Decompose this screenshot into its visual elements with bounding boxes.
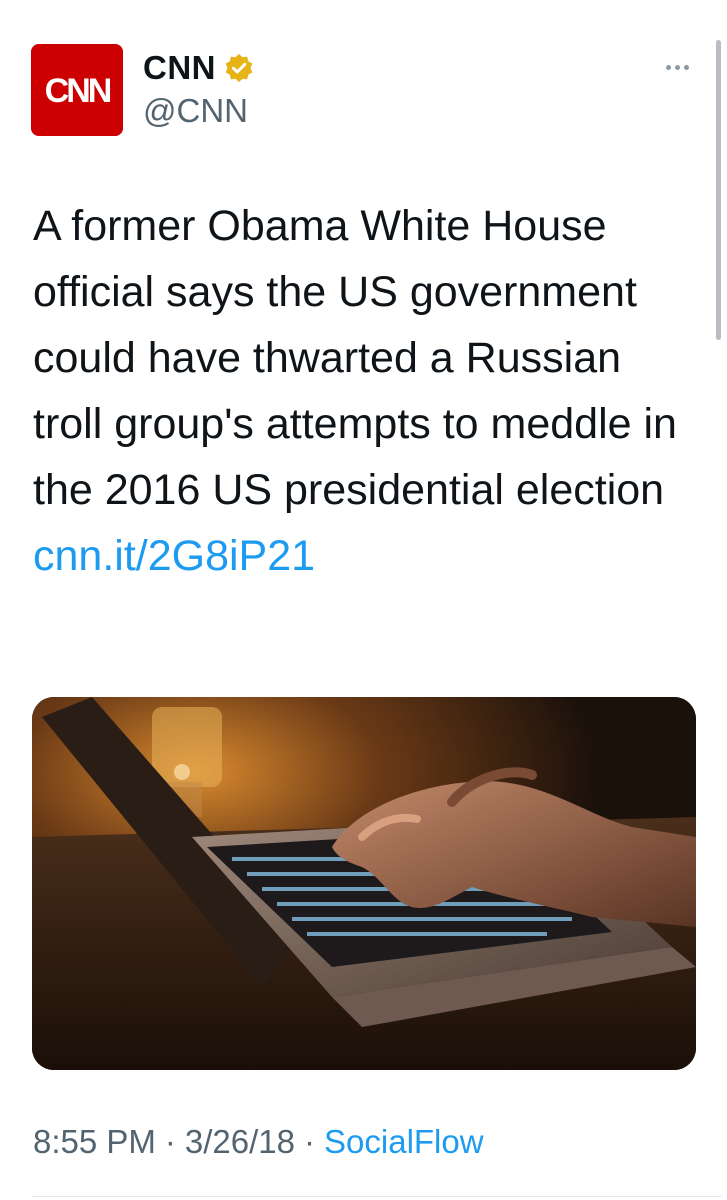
tweet-body: A former Obama White House official says… — [33, 202, 677, 514]
verified-badge-icon — [224, 53, 254, 83]
tweet-media-photo[interactable] — [32, 697, 696, 1070]
tweet-link[interactable]: cnn.it/2G8iP21 — [33, 532, 315, 580]
author-name-row: CNN — [143, 47, 254, 89]
tweet-time[interactable]: 8:55 PM — [33, 1123, 156, 1161]
handle[interactable]: @CNN — [143, 92, 248, 130]
divider — [32, 1196, 722, 1197]
tweet-meta: 8:55 PM · 3/26/18 · SocialFlow — [33, 1123, 484, 1161]
logo-text: CNN — [45, 72, 111, 110]
meta-separator: · — [304, 1123, 316, 1160]
scrollbar[interactable] — [716, 40, 721, 340]
cnn-logo-icon: CNN — [31, 44, 123, 136]
meta-separator: · — [164, 1123, 176, 1160]
tweet-date[interactable]: 3/26/18 — [185, 1123, 295, 1161]
tweet-source[interactable]: SocialFlow — [324, 1123, 484, 1161]
display-name[interactable]: CNN — [143, 49, 216, 87]
laptop-typing-photo — [32, 697, 696, 1070]
tweet-text: A former Obama White House official says… — [33, 193, 693, 589]
more-options-icon[interactable] — [657, 52, 697, 82]
avatar[interactable]: CNN — [31, 44, 123, 136]
